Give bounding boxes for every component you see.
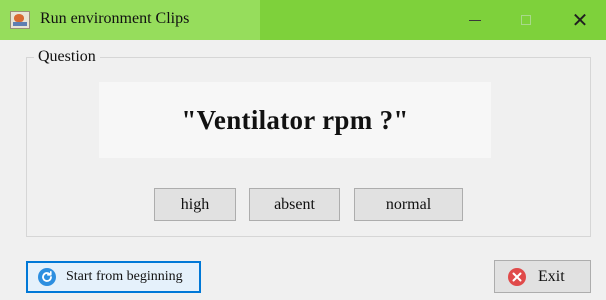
answer-button-high[interactable]: high <box>154 188 236 221</box>
answer-button-normal[interactable]: normal <box>354 188 463 221</box>
exit-button-label: Exit <box>538 267 565 285</box>
start-button-label: Start from beginning <box>66 269 183 284</box>
title-bar[interactable]: Run environment Clips ✕ <box>0 0 606 40</box>
minimize-button[interactable] <box>452 0 498 40</box>
java-app-icon <box>10 11 30 29</box>
maximize-icon <box>521 15 531 25</box>
start-from-beginning-button[interactable]: Start from beginning <box>26 261 201 293</box>
close-icon: ✕ <box>571 8 589 32</box>
exit-button[interactable]: Exit <box>494 260 591 293</box>
maximize-button[interactable] <box>503 0 549 40</box>
window-title: Run environment Clips <box>40 10 190 27</box>
question-text: "Ventilator rpm ?" <box>181 104 409 135</box>
exit-icon <box>508 267 526 286</box>
refresh-icon <box>38 268 56 286</box>
question-panel: "Ventilator rpm ?" <box>99 82 491 158</box>
close-button[interactable]: ✕ <box>557 0 603 40</box>
answer-button-absent[interactable]: absent <box>249 188 340 221</box>
minimize-icon <box>469 19 481 21</box>
question-group-legend: Question <box>34 48 100 66</box>
title-tab: Run environment Clips <box>0 0 260 40</box>
